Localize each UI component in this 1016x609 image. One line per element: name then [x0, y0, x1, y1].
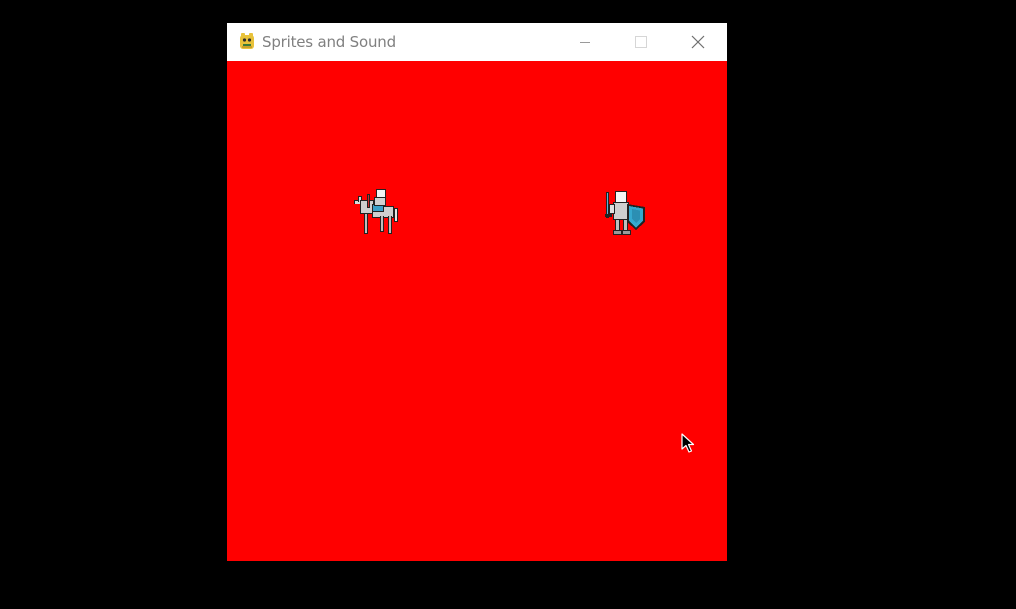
- knight-on-horse-sprite: [354, 189, 398, 234]
- game-canvas[interactable]: [227, 61, 727, 561]
- pygame-snake-icon: [240, 33, 254, 49]
- minimize-icon: [580, 42, 590, 43]
- close-icon: [691, 35, 705, 49]
- maximize-icon: [635, 36, 647, 48]
- close-button[interactable]: [670, 23, 726, 61]
- desktop: Sprites and Sound: [0, 0, 1016, 609]
- window-title: Sprites and Sound: [262, 33, 396, 51]
- knight-with-shield-sprite: [605, 191, 645, 235]
- maximize-button[interactable]: [613, 23, 669, 61]
- mouse-cursor-icon: [681, 433, 695, 453]
- minimize-button[interactable]: [557, 23, 613, 61]
- title-bar[interactable]: Sprites and Sound: [227, 23, 727, 61]
- app-window: Sprites and Sound: [227, 23, 727, 561]
